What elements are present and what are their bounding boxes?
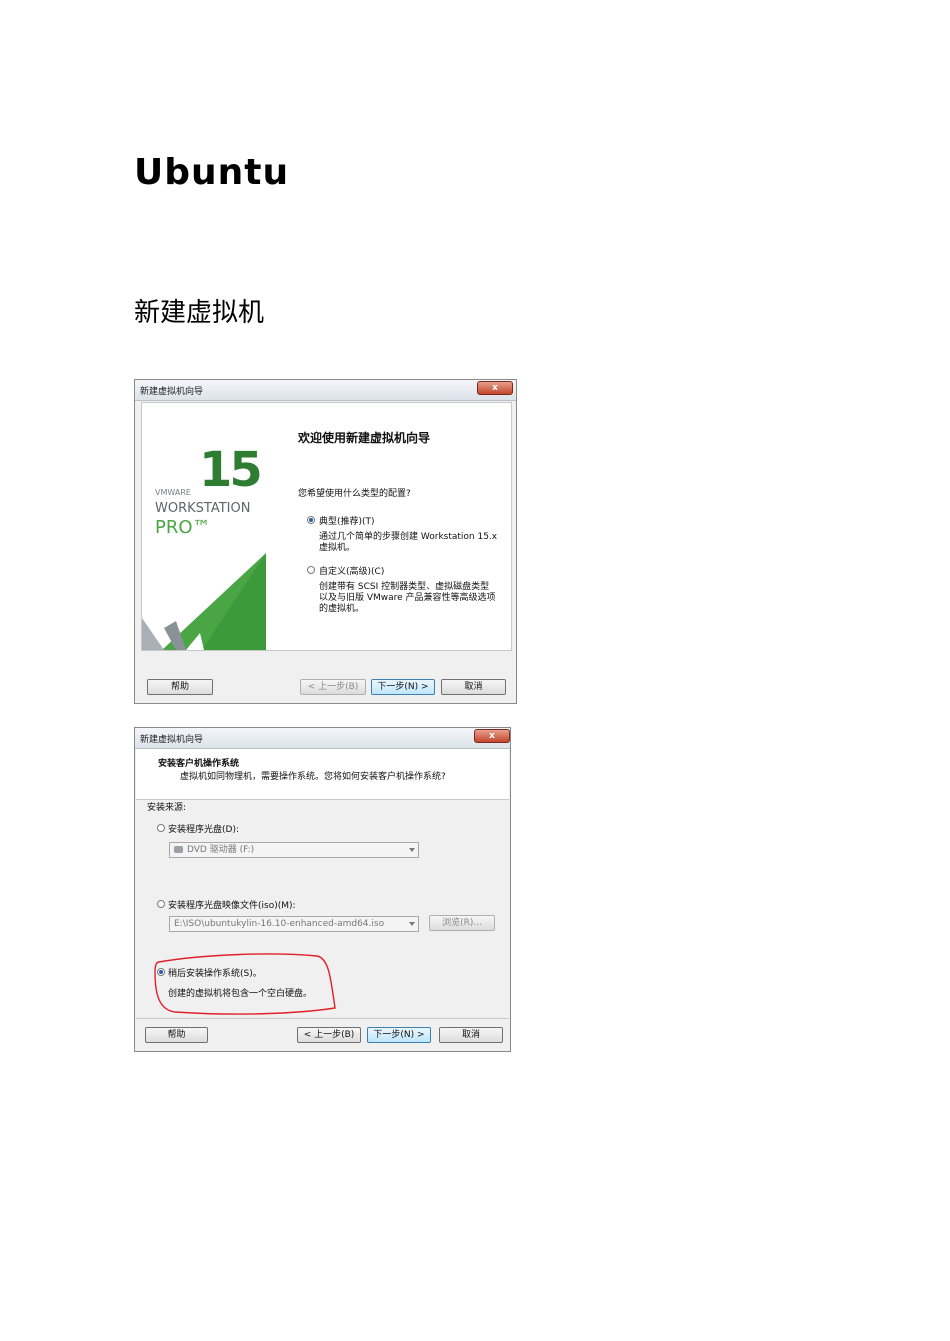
- wizard-content-panel: 15 VMWARE WORKSTATION PRO™ 欢迎使用新建虚拟机向导 您…: [141, 402, 512, 651]
- dvd-drive-icon: [174, 846, 183, 853]
- close-button[interactable]: x: [474, 729, 510, 743]
- help-button[interactable]: 帮助: [147, 679, 213, 695]
- annotation-stroke: [154, 953, 336, 1015]
- custom-label[interactable]: 自定义(高级)(C): [319, 564, 384, 577]
- custom-radio[interactable]: [307, 566, 315, 574]
- wizard-header: 安装客户机操作系统 虚拟机如同物理机，需要操作系统。您将如何安装客户机操作系统?: [136, 749, 509, 800]
- browse-button[interactable]: 浏览(R)...: [429, 915, 495, 931]
- cancel-button[interactable]: 取消: [439, 1027, 503, 1043]
- version-number: 15: [199, 442, 263, 498]
- back-button[interactable]: < 上一步(B): [297, 1027, 361, 1043]
- wizard-heading: 欢迎使用新建虚拟机向导: [298, 431, 431, 445]
- typical-radio[interactable]: [307, 516, 315, 524]
- vmware-label: VMWARE: [155, 488, 191, 497]
- wizard-heading: 安装客户机操作系统: [158, 759, 240, 769]
- chevron-down-icon: [409, 922, 415, 926]
- title-bar: 新建虚拟机向导 x: [135, 380, 516, 401]
- window-title: 新建虚拟机向导: [140, 387, 204, 397]
- vmware-brand-banner: 15 VMWARE WORKSTATION PRO™: [142, 403, 266, 650]
- dvd-drive-value: DVD 驱动器 (F:): [187, 845, 255, 855]
- next-button[interactable]: 下一步(N) >: [371, 679, 435, 695]
- install-iso-label[interactable]: 安装程序光盘映像文件(iso)(M):: [168, 898, 296, 911]
- brand-grey-triangle: [142, 618, 164, 650]
- typical-label[interactable]: 典型(推荐)(T): [319, 514, 375, 527]
- new-vm-wizard-guest-os-dialog: 新建虚拟机向导 x 安装客户机操作系统 虚拟机如同物理机，需要操作系统。您将如何…: [134, 727, 511, 1052]
- next-button[interactable]: 下一步(N) >: [367, 1027, 431, 1043]
- cancel-button[interactable]: 取消: [441, 679, 506, 695]
- iso-path-combo[interactable]: E:\ISO\ubuntukylin-16.10-enhanced-amd64.…: [169, 916, 419, 932]
- new-vm-wizard-welcome-dialog: 新建虚拟机向导 x 15 VMWARE WORKSTATION PRO™ 欢迎使…: [134, 379, 517, 704]
- pro-label: PRO™: [155, 517, 211, 538]
- chevron-down-icon: [409, 848, 415, 852]
- workstation-label: WORKSTATION: [155, 501, 251, 516]
- button-divider: [136, 1018, 509, 1019]
- back-button[interactable]: < 上一步(B): [300, 679, 366, 695]
- install-disc-label[interactable]: 安装程序光盘(D):: [168, 822, 239, 835]
- install-source-label: 安装来源:: [147, 803, 187, 813]
- help-button[interactable]: 帮助: [145, 1027, 208, 1043]
- typical-desc-line2: 虚拟机。: [319, 543, 356, 553]
- custom-desc-line3: 的虚拟机。: [319, 604, 365, 614]
- document-title: Ubuntu: [134, 152, 290, 193]
- wizard-subheading: 虚拟机如同物理机，需要操作系统。您将如何安装客户机操作系统?: [180, 772, 446, 782]
- iso-path-value: E:\ISO\ubuntukylin-16.10-enhanced-amd64.…: [174, 919, 385, 929]
- dvd-drive-select[interactable]: DVD 驱动器 (F:): [169, 842, 419, 858]
- install-disc-radio[interactable]: [157, 824, 165, 832]
- red-annotation-circle: [154, 953, 336, 1015]
- window-title: 新建虚拟机向导: [140, 735, 204, 745]
- config-question: 您希望使用什么类型的配置?: [298, 489, 411, 499]
- title-bar: 新建虚拟机向导 x: [135, 728, 510, 749]
- section-heading: 新建虚拟机: [134, 298, 265, 328]
- close-button[interactable]: x: [477, 381, 513, 395]
- install-iso-radio[interactable]: [157, 900, 165, 908]
